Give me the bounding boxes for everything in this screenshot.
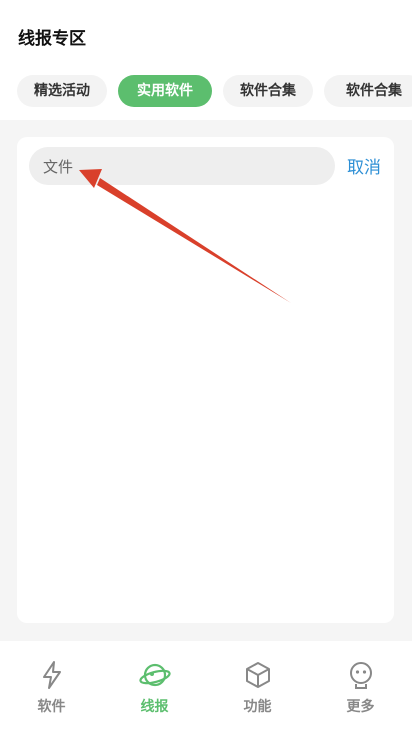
cancel-button[interactable]: 取消 [347, 153, 381, 178]
nav-label: 更多 [346, 699, 375, 715]
tab-software-collection[interactable]: 软件合集 [223, 75, 313, 107]
robot-icon [350, 662, 372, 689]
nav-item-features[interactable]: 功能 [206, 641, 309, 732]
page-title: 线报专区 [18, 29, 86, 49]
nav-label: 功能 [243, 699, 272, 715]
nav-item-more[interactable]: 更多 [309, 641, 412, 732]
tab-software-collection-2[interactable]: 软件合集 [324, 75, 412, 107]
search-input[interactable] [43, 147, 323, 185]
cube-icon [246, 662, 270, 688]
lightning-icon [43, 661, 61, 689]
nav-item-deals[interactable]: 线报 [103, 641, 206, 732]
tab-practical-software[interactable]: 实用软件 [118, 75, 212, 107]
planet-icon [139, 663, 171, 687]
search-box[interactable] [29, 147, 335, 185]
tab-featured-activities[interactable]: 精选活动 [17, 75, 107, 107]
bottom-nav: 软件 线报 功能 更多 [0, 641, 412, 732]
content-card: 取消 [17, 137, 394, 623]
category-tabs: 精选活动 实用软件 软件合集 软件合集 [0, 75, 412, 107]
nav-item-software[interactable]: 软件 [0, 641, 103, 732]
nav-label: 线报 [140, 699, 169, 715]
header: 线报专区 精选活动 实用软件 软件合集 软件合集 [0, 0, 412, 120]
nav-label: 软件 [37, 699, 66, 715]
